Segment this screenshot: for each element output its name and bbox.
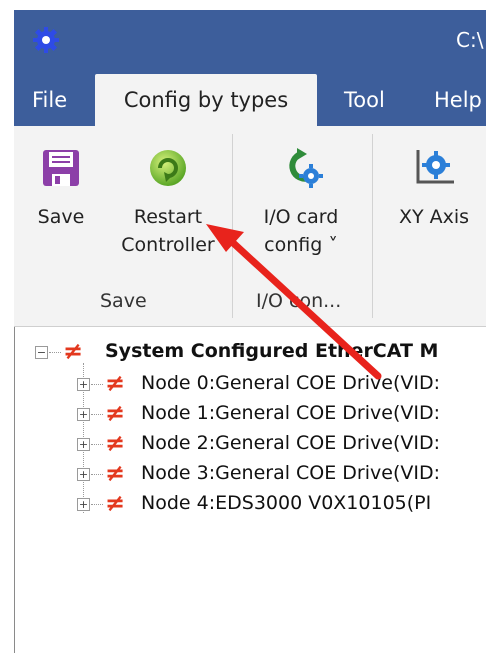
io-card-label-line2: config ˅ bbox=[264, 234, 338, 256]
not-equal-icon: ≠ bbox=[105, 429, 126, 457]
ribbon: Save Restart Controller I/O card config … bbox=[14, 126, 486, 327]
ribbon-group-save: Save bbox=[100, 290, 147, 312]
expand-icon[interactable]: + bbox=[77, 498, 90, 511]
save-button[interactable]: Save bbox=[26, 148, 96, 230]
tree-connector bbox=[91, 504, 103, 505]
refresh-gear-icon bbox=[289, 148, 323, 188]
collapse-icon[interactable]: − bbox=[35, 346, 48, 359]
ribbon-tab-bar: File Config by types Tool Help bbox=[14, 74, 486, 126]
restart-label-line2: Controller bbox=[121, 234, 215, 256]
tree-connector bbox=[91, 414, 103, 415]
tab-tool[interactable]: Tool bbox=[344, 74, 385, 126]
window-title: C:\ bbox=[456, 28, 484, 52]
tree-node-label[interactable]: Node 1:General COE Drive(VID: bbox=[141, 402, 440, 424]
gear-icon[interactable] bbox=[32, 26, 60, 54]
tree-connector bbox=[91, 384, 103, 385]
expand-icon[interactable]: + bbox=[77, 408, 90, 421]
ribbon-separator bbox=[372, 134, 373, 318]
ribbon-group-io: I/O con... bbox=[256, 290, 342, 312]
not-equal-icon: ≠ bbox=[105, 489, 126, 517]
axis-gear-icon bbox=[416, 150, 454, 184]
expand-icon[interactable]: + bbox=[77, 468, 90, 481]
tree-node-label[interactable]: Node 2:General COE Drive(VID: bbox=[141, 432, 440, 454]
ribbon-separator bbox=[232, 134, 233, 318]
refresh-icon bbox=[150, 150, 186, 186]
expand-icon[interactable]: + bbox=[77, 378, 90, 391]
ethercat-tree[interactable]: − ≠ System Configured EtherCAT M + ≠ Nod… bbox=[14, 327, 486, 653]
tree-root-label[interactable]: System Configured EtherCAT M bbox=[105, 340, 438, 362]
save-label: Save bbox=[37, 206, 85, 228]
tree-connector bbox=[91, 474, 103, 475]
tab-config-by-types[interactable]: Config by types bbox=[95, 74, 317, 126]
not-equal-icon: ≠ bbox=[105, 369, 126, 397]
xy-axis-label: XY Axis bbox=[398, 206, 470, 228]
restart-controller-button[interactable]: Restart Controller bbox=[108, 148, 228, 258]
tab-help[interactable]: Help bbox=[434, 74, 482, 126]
tree-node-label[interactable]: Node 0:General COE Drive(VID: bbox=[141, 372, 440, 394]
tree-connector bbox=[49, 352, 61, 353]
io-card-config-button[interactable]: I/O card config ˅ bbox=[242, 148, 360, 258]
tree-node-label[interactable]: Node 3:General COE Drive(VID: bbox=[141, 462, 440, 484]
not-equal-icon: ≠ bbox=[63, 337, 84, 365]
tab-file[interactable]: File bbox=[32, 74, 67, 126]
tree-node-label[interactable]: Node 4:EDS3000 V0X10105(PI bbox=[141, 492, 431, 514]
not-equal-icon: ≠ bbox=[105, 459, 126, 487]
expand-icon[interactable]: + bbox=[77, 438, 90, 451]
not-equal-icon: ≠ bbox=[105, 399, 126, 427]
floppy-disk-icon bbox=[43, 150, 79, 186]
tree-connector bbox=[91, 444, 103, 445]
restart-label-line1: Restart bbox=[133, 206, 203, 228]
xy-axis-button[interactable]: XY Axis bbox=[386, 148, 482, 230]
io-card-label-line1: I/O card bbox=[263, 206, 339, 228]
title-bar: C:\ bbox=[14, 10, 486, 74]
